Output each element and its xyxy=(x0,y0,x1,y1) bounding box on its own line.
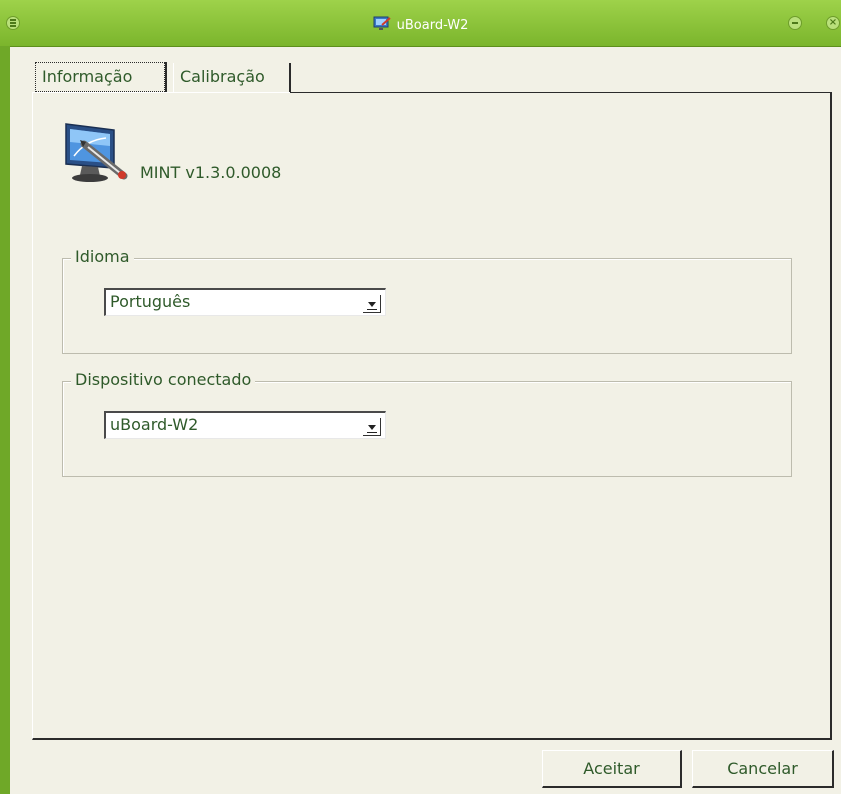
window-border xyxy=(0,46,10,794)
device-select[interactable]: uBoard-W2 xyxy=(104,411,386,439)
close-icon[interactable]: × xyxy=(826,16,840,30)
tab-calibracao[interactable]: Calibração xyxy=(173,63,291,93)
language-select[interactable]: Português xyxy=(104,288,386,316)
title-bar: uBoard-W2 × xyxy=(0,0,841,47)
chevron-down-icon[interactable] xyxy=(363,418,381,436)
device-group: Dispositivo conectado uBoard-W2 xyxy=(62,370,792,477)
accept-button[interactable]: Aceitar xyxy=(542,750,682,788)
language-group-legend: Idioma xyxy=(71,247,134,266)
window-title: uBoard-W2 xyxy=(396,18,469,33)
cancel-button[interactable]: Cancelar xyxy=(692,750,834,788)
tab-informacao[interactable]: Informação xyxy=(35,62,165,92)
monitor-pen-icon xyxy=(65,123,128,182)
monitor-pen-icon xyxy=(373,16,391,30)
minimize-icon[interactable] xyxy=(788,16,802,30)
chevron-down-icon[interactable] xyxy=(363,295,381,313)
panel-divider xyxy=(290,92,832,93)
device-group-legend: Dispositivo conectado xyxy=(71,370,256,389)
version-label: MINT v1.3.0.0008 xyxy=(140,163,282,182)
window-title-container: uBoard-W2 xyxy=(0,16,841,33)
language-group: Idioma Português xyxy=(62,247,792,354)
language-select-value: Português xyxy=(110,292,191,311)
device-select-value: uBoard-W2 xyxy=(110,415,199,434)
